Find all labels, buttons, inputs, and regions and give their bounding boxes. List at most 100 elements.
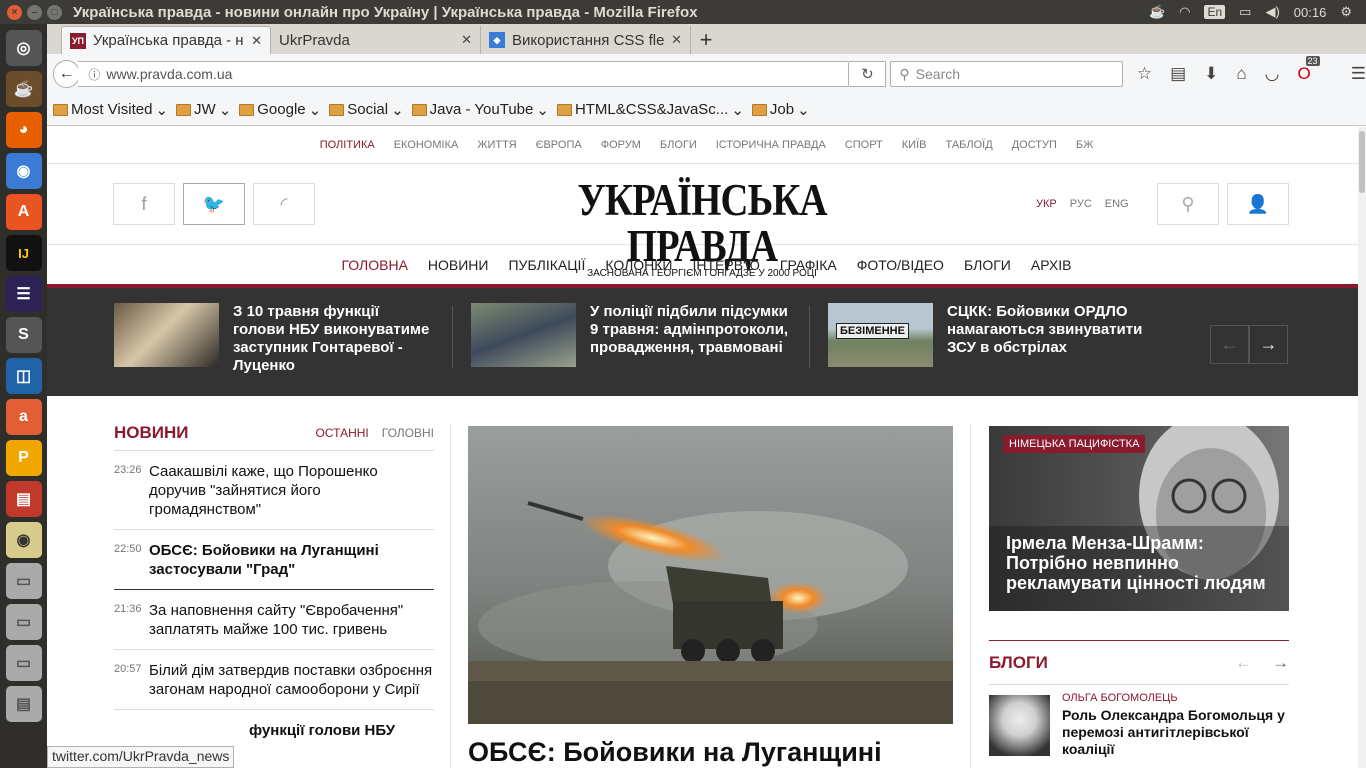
lang-ukr[interactable]: УКР (1036, 198, 1057, 210)
news-title[interactable]: НОВИНИ (114, 423, 316, 443)
tab-main[interactable]: ГОЛОВНІ (382, 426, 434, 440)
tab-twitter[interactable]: UkrPravda ✕ (271, 26, 481, 54)
news-text[interactable]: За наповнення сайту "Євробачення" заплат… (149, 601, 434, 639)
scrollbar-thumb[interactable] (1359, 131, 1365, 193)
news-text[interactable]: функції голови НБУ (149, 721, 434, 740)
volume-icon[interactable]: ◀) (1265, 4, 1279, 20)
mainnav-item[interactable]: ІНТЕРВ'Ю (692, 257, 759, 273)
feature-title[interactable]: Ірмела Менза-Шрамм: Потрібно невпинно ре… (1006, 533, 1276, 593)
news-item[interactable]: 20:57 Білий дім затвердив поставки озбро… (114, 650, 434, 710)
news-text[interactable]: ОБСЄ: Бойовики на Луганщині застосували … (149, 541, 434, 579)
top-story[interactable]: БЕЗІМЕННЕ СЦКК: Бойовики ОРДЛО намагають… (828, 303, 1147, 367)
disc-launcher-icon[interactable]: ◉ (5, 522, 42, 558)
mainnav-item[interactable]: АРХІВ (1031, 257, 1072, 273)
main-headline[interactable]: ОБСЄ: Бойовики на Луганщині (468, 737, 882, 768)
close-tab-icon[interactable]: ✕ (671, 32, 682, 48)
drive-launcher-icon[interactable]: ▤ (5, 686, 42, 722)
arrow-right-icon[interactable]: → (1249, 325, 1288, 364)
feature-tag[interactable]: НІМЕЦЬКА ПАЦИФІСТКА (1003, 435, 1146, 453)
topnav-item[interactable]: БЛОГИ (660, 139, 697, 151)
topnav-item[interactable]: ІСТОРИЧНА ПРАВДА (716, 139, 826, 151)
bookmark-job[interactable]: Job ⌄ (751, 101, 810, 119)
eclipse-launcher-icon[interactable]: ☰ (5, 276, 42, 312)
mainnav-item[interactable]: ГОЛОВНА (342, 257, 408, 273)
search-input[interactable]: ⚲ Search (890, 61, 1123, 87)
close-window-button[interactable]: × (7, 4, 22, 20)
topnav-item[interactable]: ТАБЛОЇД (945, 139, 992, 151)
intellij-launcher-icon[interactable]: IJ (5, 235, 42, 271)
reading-list-icon[interactable]: ▤ (1170, 64, 1186, 84)
topnav-item[interactable]: ПОЛІТИКА (320, 139, 375, 151)
blog-post[interactable]: ОЛЬГА БОГОМОЛЕЦЬ Роль Олександра Богомол… (989, 692, 1289, 758)
firefox-launcher-icon[interactable]: ◕ (5, 112, 42, 148)
back-button[interactable]: ← (53, 60, 81, 88)
opera-addon-icon[interactable]: O 23 (1298, 56, 1320, 84)
blog-author[interactable]: ОЛЬГА БОГОМОЛЕЦЬ (1062, 692, 1289, 704)
lang-eng[interactable]: ENG (1105, 198, 1129, 210)
coffee-app-icon[interactable]: ☕ (5, 71, 42, 107)
files-launcher-icon[interactable]: ▤ (5, 481, 42, 517)
news-item[interactable]: 21:36 За наповнення сайту "Євробачення" … (114, 590, 434, 650)
keyboard-layout-indicator[interactable]: En (1204, 5, 1226, 19)
news-text[interactable]: Саакашвілі каже, що Порошенко доручив "з… (149, 462, 434, 519)
topnav-item[interactable]: ДОСТУП (1012, 139, 1057, 151)
bookmark-html-css[interactable]: HTML&CSS&JavaSc... ⌄ (556, 101, 744, 119)
topnav-item[interactable]: СПОРТ (845, 139, 883, 151)
mainnav-item[interactable]: БЛОГИ (964, 257, 1011, 273)
tab-ukrpravda[interactable]: УП Українська правда - н ✕ (61, 26, 271, 54)
coffee-icon[interactable]: ☕ (1149, 4, 1165, 20)
arrow-left-icon[interactable]: ← (1210, 325, 1249, 364)
news-item[interactable]: 23:26 Саакашвілі каже, що Порошенко дору… (114, 451, 434, 530)
url-text[interactable]: www.pravda.com.ua (106, 66, 232, 82)
page-scrollbar[interactable] (1358, 127, 1366, 768)
story-title[interactable]: З 10 травня функції голови НБУ виконуват… (233, 303, 433, 375)
pocket-icon[interactable]: ◡ (1265, 64, 1280, 84)
bookmark-most-visited[interactable]: Most Visited ⌄ (53, 101, 168, 119)
mainnav-item[interactable]: КОЛОНКИ (605, 257, 672, 273)
user-account-icon[interactable]: 👤 (1227, 183, 1289, 225)
bookmark-java-youtube[interactable]: Java - YouTube ⌄ (411, 101, 549, 119)
reload-button[interactable]: ↻ (849, 61, 887, 87)
tab-latest[interactable]: ОСТАННІ (316, 426, 369, 440)
mainnav-item[interactable]: ПУБЛІКАЦІЇ (508, 257, 585, 273)
menu-hamburger-icon[interactable]: ☰ (1351, 64, 1366, 84)
story-title[interactable]: СЦКК: Бойовики ОРДЛО намагаються звинува… (947, 303, 1147, 367)
topnav-item[interactable]: КИЇВ (902, 139, 927, 151)
downloads-icon[interactable]: ⬇ (1204, 64, 1218, 84)
home-icon[interactable]: ⌂ (1236, 64, 1246, 84)
mainnav-item[interactable]: ФОТО/ВІДЕО (857, 257, 944, 273)
twitter-icon[interactable]: 🐦 (183, 183, 245, 225)
drive-launcher-icon[interactable]: ▭ (5, 604, 42, 640)
wifi-icon[interactable]: ◠ (1179, 4, 1190, 20)
close-tab-icon[interactable]: ✕ (461, 32, 472, 48)
url-bar[interactable]: ⓘ www.pravda.com.ua (78, 61, 850, 87)
topnav-item[interactable]: ЕКОНОМІКА (394, 139, 459, 151)
main-story-photo[interactable] (468, 426, 953, 724)
maximize-window-button[interactable]: □ (47, 4, 62, 20)
topnav-item[interactable]: ФОРУМ (601, 139, 641, 151)
site-info-icon[interactable]: ⓘ (88, 66, 100, 83)
settings-gear-icon[interactable]: ⚙ (1340, 4, 1352, 20)
top-story[interactable]: У поліції підбили підсумки 9 травня: адм… (471, 303, 790, 367)
new-tab-button[interactable]: + (691, 26, 721, 54)
forum-app-icon[interactable]: a (5, 399, 42, 435)
mainnav-item[interactable]: ГРАФІКА (780, 257, 837, 273)
bookmark-social[interactable]: Social ⌄ (329, 101, 404, 119)
pidgin-launcher-icon[interactable]: P (5, 440, 42, 476)
facebook-icon[interactable]: f (113, 183, 175, 225)
site-search-icon[interactable]: ⚲ (1157, 183, 1219, 225)
clock[interactable]: 00:16 (1294, 5, 1327, 20)
feature-story[interactable]: НІМЕЦЬКА ПАЦИФІСТКА Ірмела Менза-Шрамм: … (989, 426, 1289, 611)
close-tab-icon[interactable]: ✕ (251, 33, 262, 49)
minimize-window-button[interactable]: – (27, 4, 42, 20)
tab-css-flex[interactable]: ◆ Використання CSS fle ✕ (481, 26, 691, 54)
blogs-title[interactable]: БЛОГИ (989, 653, 1235, 673)
drive-launcher-icon[interactable]: ▭ (5, 645, 42, 681)
bookmark-star-icon[interactable]: ☆ (1137, 64, 1152, 84)
arrow-left-icon[interactable]: ← (1235, 653, 1252, 673)
topnav-item[interactable]: БЖ (1076, 139, 1093, 151)
software-center-icon[interactable]: A (5, 194, 42, 230)
news-item[interactable]: 22:50 ОБСЄ: Бойовики на Луганщині застос… (114, 530, 434, 590)
bookmark-google[interactable]: Google ⌄ (239, 101, 321, 119)
chrome-launcher-icon[interactable]: ◉ (5, 153, 42, 189)
